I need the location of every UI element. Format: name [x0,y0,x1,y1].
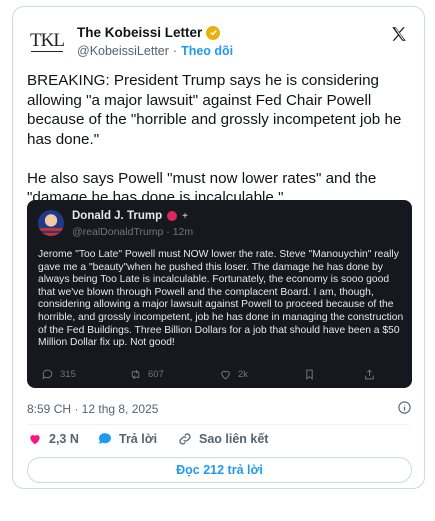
quoted-tweet[interactable]: Donald J. Trump + @realDonaldTrump · 12m… [27,200,412,388]
tweet-header: TKL The Kobeissi Letter @KobeissiLetter … [27,19,412,59]
heart-filled-icon [30,435,40,445]
tweet-actions: 2,3 N Trả lời Sao liên kết [27,431,410,451]
quoted-flag-icon: + [182,210,188,222]
info-icon[interactable] [397,400,412,415]
quoted-reply-action[interactable]: 315 [41,368,76,381]
author-handle-row: @KobeissiLetter · Theo dõi [77,44,233,58]
repost-icon [131,369,140,380]
copy-link-label: Sao liên kết [199,432,269,446]
quoted-text: Jerome "Too Late" Powell must NOW lower … [38,249,404,349]
avatar-underline [31,51,63,52]
avatar-stripe [38,233,64,236]
reply-icon [42,369,53,380]
quoted-like-count: 2k [238,369,249,380]
quoted-share-action[interactable] [363,368,376,381]
heart-icon [221,370,230,380]
reply-label: Trả lời [119,432,158,446]
quoted-verified-icon [167,211,178,221]
quoted-name-row: Donald J. Trump + [72,210,188,222]
tweet-timestamp[interactable]: 8:59 CH · 12 thg 8, 2025 [27,402,158,416]
avatar-text: TKL [30,30,65,51]
like-action[interactable]: 2,3 N [27,431,79,447]
quoted-repost-action[interactable]: 607 [129,368,164,381]
divider [27,424,410,425]
author-name[interactable]: The Kobeissi Letter [77,25,202,40]
author-name-row: The Kobeissi Letter [77,25,221,40]
quoted-author-handle[interactable]: @realDonaldTrump · 12m [72,226,193,238]
verified-badge-icon [206,25,221,40]
quoted-reply-count: 315 [60,369,76,380]
follow-button[interactable]: Theo dõi [181,44,233,58]
quoted-author-name[interactable]: Donald J. Trump [72,210,162,222]
quoted-author-avatar[interactable] [38,210,64,236]
bookmark-icon [306,369,313,380]
share-icon [365,369,374,380]
tweet-card[interactable]: TKL The Kobeissi Letter @KobeissiLetter … [12,6,425,489]
separator-dot: · [172,44,178,58]
x-logo-icon[interactable] [390,25,408,43]
tweet-text: BREAKING: President Trump says he is con… [27,72,402,206]
quoted-like-action[interactable]: 2k [219,368,248,381]
quoted-repost-count: 607 [148,369,164,380]
author-handle[interactable]: @KobeissiLetter [77,44,169,58]
quoted-actions: 315 607 2k [41,368,398,382]
quoted-bookmark-action[interactable] [303,368,316,381]
reply-action[interactable]: Trả lời [97,431,157,447]
reply-bubble-icon [98,433,111,444]
copy-link-action[interactable]: Sao liên kết [177,431,268,447]
avatar-stripe [38,228,64,231]
link-icon [179,433,191,445]
read-replies-button[interactable]: Đọc 212 trả lời [27,457,412,483]
author-avatar[interactable]: TKL [27,21,67,61]
like-count: 2,3 N [49,432,79,446]
